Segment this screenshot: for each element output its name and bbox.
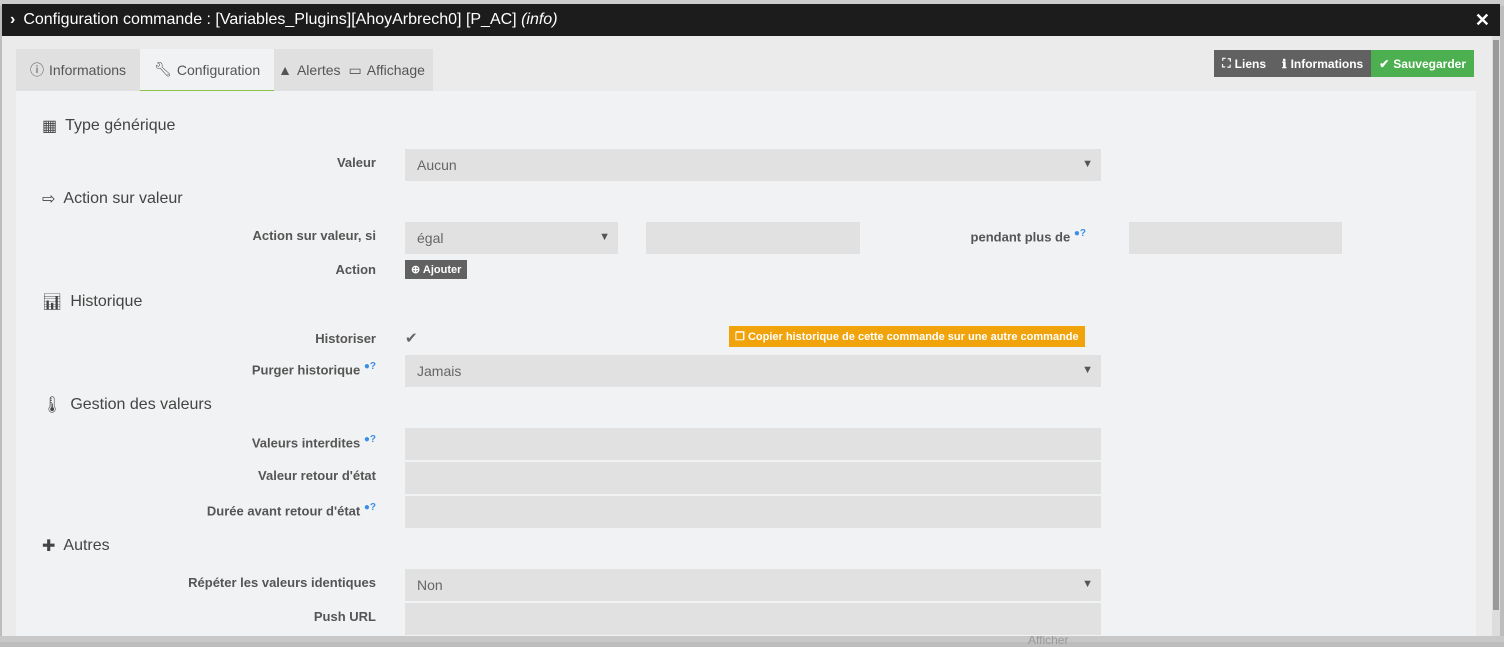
help-icon[interactable]: ●? [364,502,376,513]
section-action-valeur: ⇨ Action sur valeur [42,189,183,209]
historiser-label: Historiser [315,331,376,346]
action-operator-select[interactable]: égal ▼ [405,222,618,254]
check-circle-icon: ✔ [1379,56,1390,71]
thermometer-icon: 🌡︎ [42,397,63,414]
repeter-value: Non [417,577,443,593]
section-title: Gestion des valeurs [70,396,212,413]
links-icon: ⛶ [1222,56,1231,70]
modal-titlebar: › Configuration commande : [Variables_Pl… [2,4,1500,36]
plus-circle-icon: ⊕ [411,264,421,276]
copy-history-button[interactable]: ❐ Copier historique de cette commande su… [729,326,1085,347]
info-icon: ℹ [1282,56,1287,71]
tab-label: Alertes [296,62,341,78]
dropdown-arrow-icon: ▼ [1082,364,1093,376]
ajouter-button[interactable]: ⊕ Ajouter [405,260,468,279]
action-si-label: Action sur valeur, si [252,228,376,243]
section-title: Autres [63,537,110,554]
help-icon[interactable]: ●? [364,434,376,445]
purger-select[interactable]: Jamais ▼ [405,355,1101,387]
tab-affichage[interactable]: ▭ Affichage [345,49,433,91]
informations-button[interactable]: ℹ Informations [1274,50,1372,77]
informations-label: Informations [1290,56,1364,71]
section-title: Historique [70,293,143,310]
duree-text: Durée avant retour d'état [206,503,361,519]
retour-label: Valeur retour d'état [258,468,376,483]
valeur-select[interactable]: Aucun ▼ [405,149,1101,181]
tab-informations[interactable]: ⓘ Informations [16,49,140,91]
section-title: Type générique [65,117,176,134]
purger-value: Jamais [417,363,462,379]
monitor-icon: ▭ [348,61,362,78]
purger-text: Purger historique [251,362,361,378]
action-label: Action [335,262,376,277]
valeur-retour-input[interactable] [405,462,1101,494]
liens-label: Liens [1234,56,1266,71]
pendant-label: pendant plus de ●? [726,228,1086,244]
tab-label: Configuration [176,61,261,78]
section-historique: 📊︎ Historique [42,292,142,312]
dropdown-arrow-icon: ▼ [1082,158,1093,170]
pendant-text: pendant plus de [970,229,1071,245]
tab-alertes[interactable]: ▲ Alertes [274,49,344,91]
valeur-label: Valeur [336,155,376,170]
push-url-input[interactable] [405,603,1101,635]
section-gestion-valeurs: 🌡︎ Gestion des valeurs [42,395,212,415]
tab-label: Informations [49,62,127,78]
repeter-select[interactable]: Non ▼ [405,569,1101,601]
plus-icon: ✚ [42,538,56,555]
chart-icon: 📊︎ [42,294,63,311]
purger-label: Purger historique ●? [16,361,376,377]
tab-bar: ⓘ Informations 🔧︎ Configuration ▲ Alertes ▭… [16,49,433,91]
modal-title: Configuration commande : [Variables_Plug… [23,11,517,28]
config-panel: ▦ Type générique Valeur Aucun ▼ ⇨ Action su… [16,91,1476,636]
copy-icon: ❐ [735,331,745,343]
tab-label: Affichage [366,62,425,78]
action-buttons: ⛶ Liens ℹ Informations ✔ Sauvegarder [1214,50,1474,77]
action-operator-value: égal [417,230,444,246]
section-title: Action sur valeur [63,190,183,207]
duree-retour-input[interactable] [405,496,1101,528]
sign-out-icon: ⇨ [42,191,56,208]
duree-label: Durée avant retour d'état ●? [16,502,376,518]
historiser-checkbox[interactable]: ✔ [405,329,418,347]
info-circle-icon: ⓘ [30,62,44,78]
interdites-text: Valeurs interdites [251,435,361,451]
background-page-bottom: Afficher [0,633,1504,647]
save-label: Sauvegarder [1393,56,1466,71]
section-autres: ✚ Autres [42,536,110,556]
valeurs-interdites-input[interactable] [405,428,1101,460]
section-type-generique: ▦ Type générique [42,116,175,136]
building-icon: ▦ [42,118,58,135]
liens-button[interactable]: ⛶ Liens [1214,50,1274,77]
help-icon[interactable]: ●? [364,361,376,372]
config-modal: › Configuration commande : [Variables_Pl… [2,4,1500,636]
push-url-label: Push URL [313,609,376,624]
warning-icon: ▲ [278,62,292,78]
tab-configuration[interactable]: 🔧︎ Configuration [140,49,275,91]
close-icon[interactable]: ✕ [1475,10,1490,31]
chevron-right-icon: › [10,11,16,28]
save-button[interactable]: ✔ Sauvegarder [1371,50,1474,77]
dropdown-arrow-icon: ▼ [1082,578,1093,590]
wrench-icon: 🔧︎ [154,61,172,77]
modal-title-type: (info) [521,11,558,28]
pendant-input[interactable] [1129,222,1342,254]
copy-label: Copier historique de cette commande sur … [747,331,1079,343]
interdites-label: Valeurs interdites ●? [16,434,376,450]
help-icon[interactable]: ●? [1074,228,1086,239]
dropdown-arrow-icon: ▼ [599,231,610,243]
repeter-label: Répéter les valeurs identiques [188,575,376,590]
scrollbar[interactable] [1492,36,1500,636]
ajouter-label: Ajouter [422,264,462,276]
valeur-value: Aucun [417,157,457,173]
